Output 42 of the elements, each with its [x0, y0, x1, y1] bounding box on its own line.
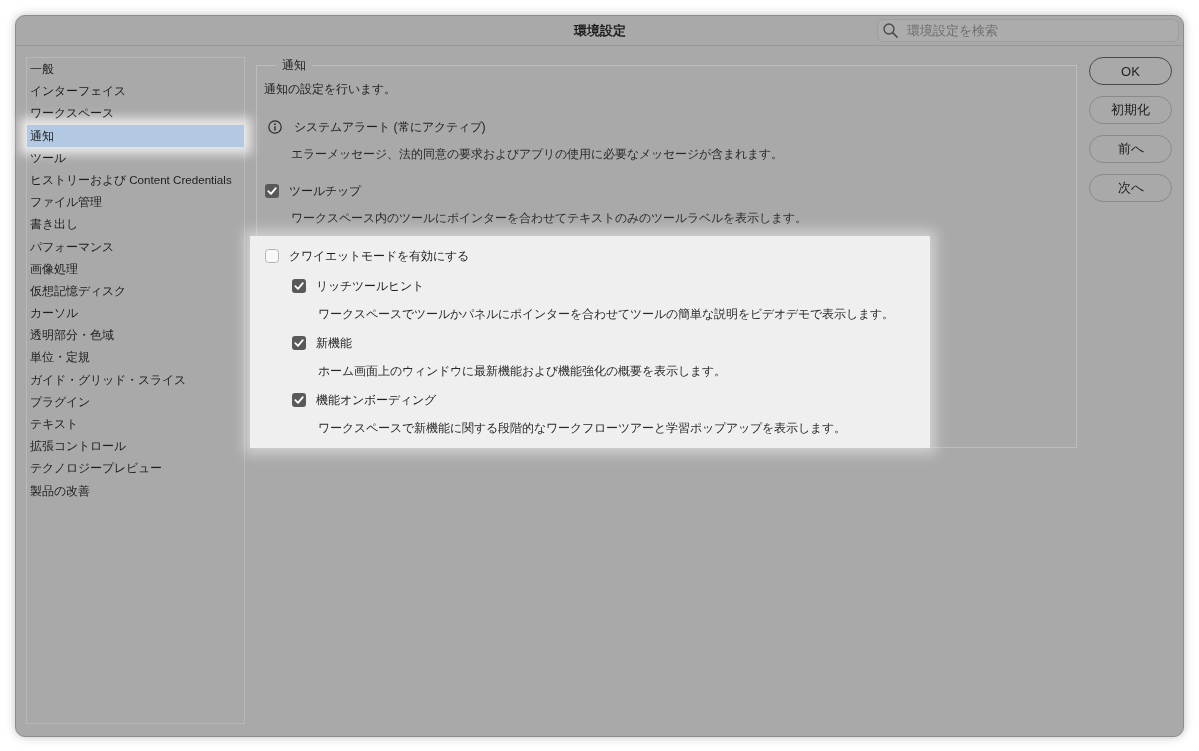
sidebar-item[interactable]: 透明部分・色域 [27, 324, 244, 347]
sidebar-item[interactable]: パフォーマンス [27, 235, 244, 258]
setting-description: ホーム画面上のウィンドウに最新機能および機能強化の概要を表示します。 [318, 363, 727, 380]
sidebar-item[interactable]: テキスト [27, 413, 244, 436]
checkbox-label[interactable]: 新機能 [316, 334, 352, 352]
checkbox[interactable] [265, 249, 279, 263]
sidebar-item[interactable]: 製品の改善 [27, 479, 244, 502]
info-icon [268, 120, 282, 134]
sidebar-item[interactable]: テクノロジープレビュー [27, 457, 244, 480]
checkbox-label[interactable]: ツールチップ [289, 182, 361, 200]
sidebar-item[interactable]: 単位・定規 [27, 346, 244, 369]
sidebar-item[interactable]: ファイル管理 [27, 191, 244, 214]
group-title: 通知 [281, 57, 307, 73]
sidebar-item[interactable]: ワークスペース [27, 102, 244, 125]
setting-description: ワークスペースでツールかパネルにポインターを合わせてツールの簡単な説明をビデオデモで表示します。 [318, 306, 895, 323]
window-title: 環境設定 [573, 21, 626, 40]
checkbox-label[interactable]: クワイエットモードを有効にする [289, 247, 469, 265]
sidebar-item[interactable]: 書き出し [27, 213, 244, 236]
checkbox[interactable] [292, 336, 306, 350]
sidebar-item[interactable]: 拡張コントロール [27, 435, 244, 458]
setting-description: ワークスペースで新機能に関する段階的なワークフローツアーと学習ポップアップを表示します。 [318, 420, 847, 437]
checkbox[interactable] [292, 393, 306, 407]
section-description: 通知の設定を行います。 [264, 81, 397, 98]
sidebar-item[interactable]: 通知 [27, 124, 244, 147]
sidebar-item[interactable]: ヒストリーおよび Content Credentials [27, 168, 244, 192]
sidebar-item[interactable]: 画像処理 [27, 257, 244, 280]
sidebar-item[interactable]: カーソル [27, 302, 244, 325]
setting-description: エラーメッセージ、法的同意の要求およびアプリの使用に必要なメッセージが含まれます。 [291, 146, 784, 163]
checkbox-label[interactable]: リッチツールヒント [316, 277, 424, 295]
search-icon [883, 23, 898, 38]
sidebar-item[interactable]: ガイド・グリッド・スライス [27, 368, 244, 391]
sidebar-item[interactable]: プラグイン [27, 390, 244, 413]
setting-description: ワークスペース内のツールにポインターを合わせてテキストのみのツールラベルを表示します。 [291, 210, 808, 227]
sidebar-item[interactable]: ツール [27, 146, 244, 169]
sidebar-item[interactable]: 一般 [27, 58, 244, 81]
setting-label: システムアラート (常にアクティブ) [294, 118, 486, 136]
sidebar-item[interactable]: インターフェイス [27, 80, 244, 103]
checkbox[interactable] [292, 279, 306, 293]
sidebar-item[interactable]: 仮想記憶ディスク [27, 279, 244, 303]
checkbox[interactable] [265, 184, 279, 198]
search-field[interactable]: 環境設定を検索 [877, 19, 1179, 42]
checkbox-label[interactable]: 機能オンボーディング [316, 391, 436, 409]
